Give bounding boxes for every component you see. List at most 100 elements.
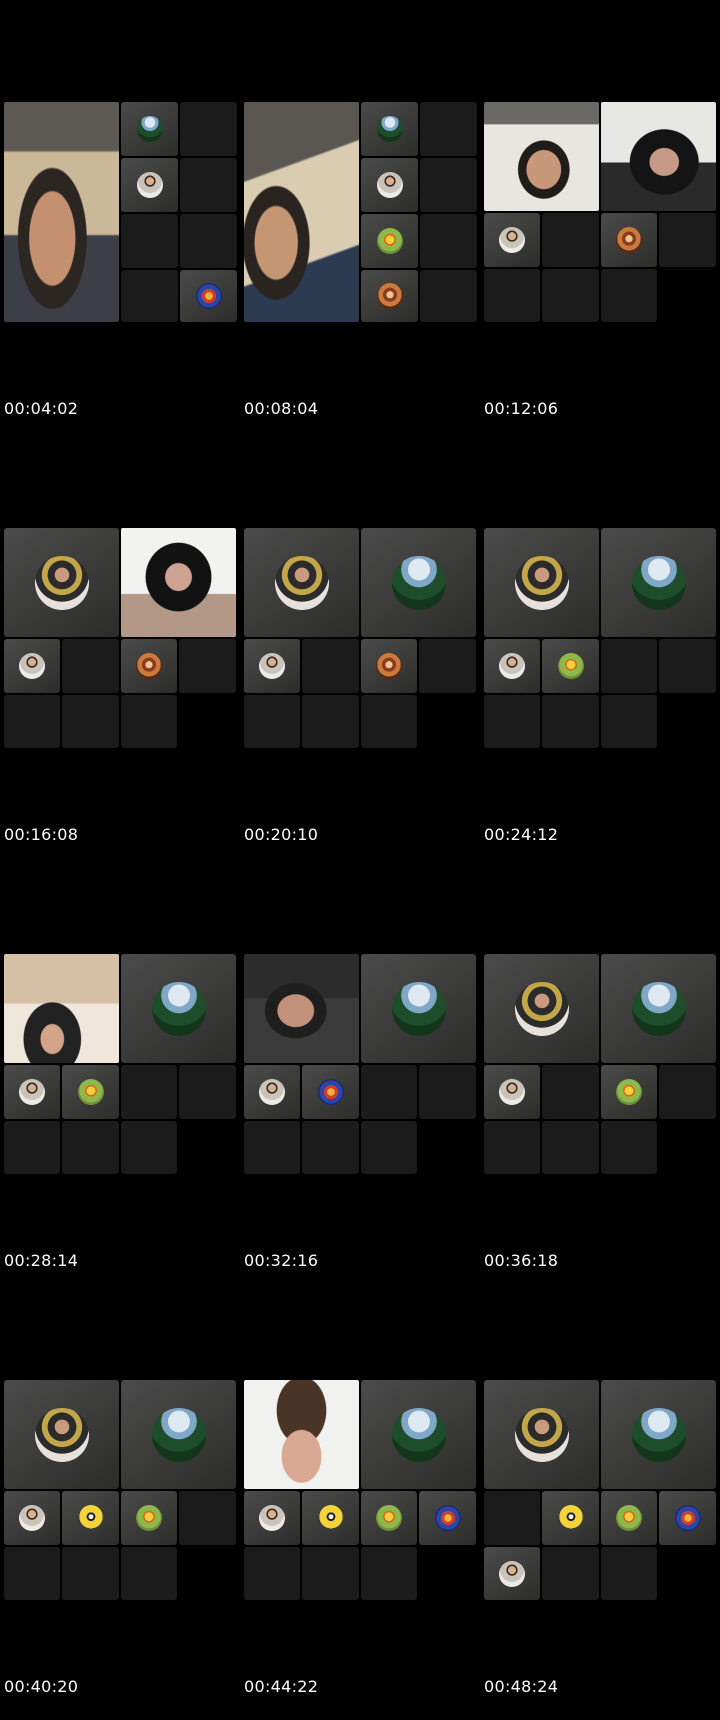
video-feed-tile[interactable]	[121, 528, 236, 637]
avatar-tile[interactable]	[601, 1491, 657, 1545]
avatar-tile[interactable]	[542, 1491, 599, 1545]
avatar-bart-icon	[376, 228, 403, 254]
call-thumbnail-9[interactable]: 00:36:18	[484, 954, 718, 1294]
avatar-man-icon	[259, 1079, 285, 1105]
avatar-tile[interactable]	[484, 639, 540, 693]
call-thumbnail-10[interactable]: 00:40:20	[4, 1380, 238, 1720]
avatar-tile[interactable]	[601, 1065, 657, 1119]
avatar-tile[interactable]	[361, 1491, 417, 1545]
avatar-bear-icon	[376, 653, 402, 679]
avatar-tile[interactable]	[302, 1491, 359, 1545]
empty-tile	[4, 1121, 60, 1174]
call-thumbnail-4[interactable]: 00:16:08	[4, 528, 238, 868]
call-thumbnail-11[interactable]: 00:44:22	[244, 1380, 478, 1720]
avatar-tile[interactable]	[302, 1065, 359, 1119]
avatar-tile[interactable]	[62, 1491, 119, 1545]
video-feed-tile[interactable]	[244, 954, 359, 1063]
avatar-sky-icon	[391, 981, 446, 1036]
avatar-tile[interactable]	[244, 639, 300, 693]
call-thumbnail-6[interactable]: 00:24:12	[484, 528, 718, 868]
avatar-tile[interactable]	[121, 954, 236, 1063]
avatar-minion-icon	[557, 1505, 584, 1531]
avatar-tile[interactable]	[659, 1491, 716, 1545]
call-thumbnail-12[interactable]: 00:48:24	[484, 1380, 718, 1720]
avatar-tile[interactable]	[4, 1065, 60, 1119]
avatar-tile[interactable]	[62, 1065, 119, 1119]
avatar-tile[interactable]	[484, 1380, 599, 1489]
avatar-tile[interactable]	[361, 102, 418, 156]
empty-tile	[484, 1121, 540, 1174]
video-feed-tile[interactable]	[4, 954, 119, 1063]
avatar-sky-icon	[631, 1407, 686, 1462]
avatar-bart-icon	[136, 1505, 162, 1531]
video-feed-tile[interactable]	[244, 1380, 359, 1489]
avatar-tile[interactable]	[121, 1491, 177, 1545]
avatar-tile[interactable]	[601, 213, 657, 267]
avatar-tile[interactable]	[601, 528, 716, 637]
avatar-tile[interactable]	[4, 1491, 60, 1545]
avatar-sky-icon	[376, 116, 403, 142]
video-feed-tile[interactable]	[4, 102, 119, 322]
avatar-bear-icon	[376, 283, 403, 309]
avatar-sky-icon	[151, 1407, 206, 1462]
avatar-tshirt-icon	[34, 555, 89, 610]
avatar-randy-icon	[195, 283, 222, 309]
avatar-tile[interactable]	[121, 102, 178, 156]
empty-tile	[601, 1547, 657, 1600]
empty-tile	[121, 1065, 177, 1119]
avatar-tile[interactable]	[4, 528, 119, 637]
empty-tile	[62, 1121, 119, 1174]
avatar-tile[interactable]	[484, 213, 540, 267]
empty-tile	[419, 1065, 476, 1119]
avatar-tshirt-icon	[34, 1407, 89, 1462]
avatar-tshirt-icon	[514, 555, 569, 610]
avatar-tile[interactable]	[244, 1491, 300, 1545]
avatar-tile[interactable]	[361, 1380, 476, 1489]
call-thumbnail-8[interactable]: 00:32:16	[244, 954, 478, 1294]
avatar-tile[interactable]	[484, 528, 599, 637]
timestamp: 00:48:24	[484, 1677, 559, 1696]
video-feed-tile[interactable]	[601, 102, 716, 211]
avatar-tile[interactable]	[121, 639, 177, 693]
avatar-tile[interactable]	[361, 639, 417, 693]
avatar-tile[interactable]	[484, 954, 599, 1063]
avatar-bart-icon	[616, 1505, 642, 1531]
avatar-tile[interactable]	[121, 158, 178, 212]
empty-tile	[302, 1121, 359, 1174]
empty-tile	[180, 158, 237, 212]
call-thumbnail-3[interactable]: 00:12:06	[484, 102, 718, 442]
avatar-tile[interactable]	[419, 1491, 476, 1545]
call-thumbnail-2[interactable]: 00:08:04	[244, 102, 478, 442]
avatar-tile[interactable]	[361, 214, 418, 268]
avatar-sky-icon	[631, 981, 686, 1036]
avatar-tile[interactable]	[361, 954, 476, 1063]
empty-tile	[659, 639, 716, 693]
avatar-tile[interactable]	[180, 270, 237, 322]
empty-tile	[542, 1065, 599, 1119]
avatar-randy-icon	[317, 1079, 344, 1105]
avatar-tile[interactable]	[244, 528, 359, 637]
avatar-tile[interactable]	[601, 954, 716, 1063]
avatar-man-icon	[19, 1505, 45, 1531]
video-feed-tile[interactable]	[484, 102, 599, 211]
avatar-tile[interactable]	[361, 528, 476, 637]
avatar-tile[interactable]	[484, 1547, 540, 1600]
empty-tile	[62, 1547, 119, 1600]
avatar-tile[interactable]	[4, 639, 60, 693]
avatar-tile[interactable]	[484, 1065, 540, 1119]
avatar-tile[interactable]	[361, 270, 418, 322]
avatar-tile[interactable]	[361, 158, 418, 212]
avatar-sky-icon	[391, 1407, 446, 1462]
empty-tile	[420, 102, 477, 156]
avatar-tile[interactable]	[121, 1380, 236, 1489]
avatar-tile[interactable]	[542, 639, 599, 693]
avatar-tile[interactable]	[601, 1380, 716, 1489]
avatar-sky-icon	[136, 116, 163, 142]
call-thumbnail-7[interactable]: 00:28:14	[4, 954, 238, 1294]
avatar-tile[interactable]	[4, 1380, 119, 1489]
call-thumbnail-1[interactable]: 00:04:02	[4, 102, 238, 442]
call-thumbnail-5[interactable]: 00:20:10	[244, 528, 478, 868]
video-feed-tile[interactable]	[244, 102, 359, 322]
empty-tile	[179, 1065, 236, 1119]
avatar-tile[interactable]	[244, 1065, 300, 1119]
